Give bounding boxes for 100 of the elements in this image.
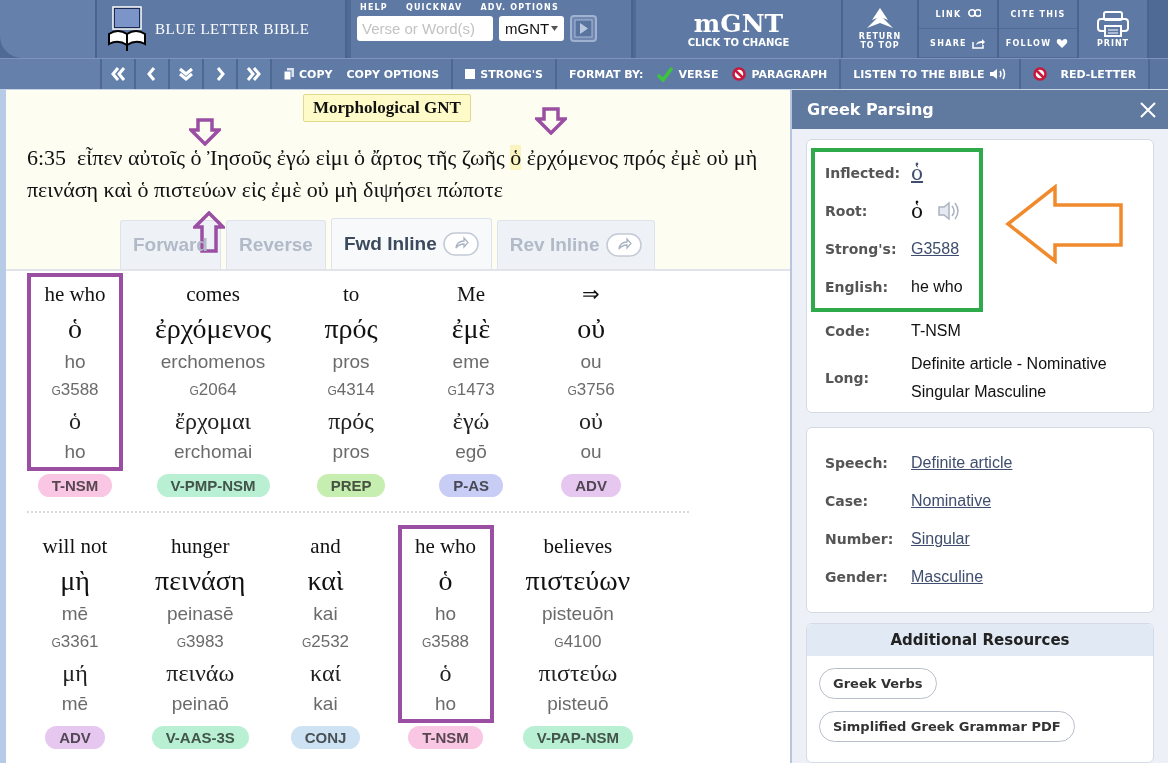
- greek-word[interactable]: ἐρχόμενος: [155, 311, 272, 347]
- root-transliteration: ou: [580, 440, 602, 464]
- greek-word[interactable]: οὐ: [577, 311, 605, 347]
- double-down-chevron-icon[interactable]: [178, 66, 194, 82]
- strongs-number[interactable]: G3588: [421, 628, 470, 657]
- root-transliteration: pros: [332, 440, 370, 464]
- greek-word-link[interactable]: ὁ: [911, 161, 924, 185]
- grammar-link[interactable]: Singular: [911, 525, 970, 553]
- root-word: πεινάω: [166, 659, 235, 688]
- transliteration: eme: [452, 350, 490, 374]
- root-word: πρός: [328, 407, 374, 436]
- parsing-tag[interactable]: ADV: [45, 726, 105, 749]
- parsing-tag[interactable]: T-NSM: [408, 726, 483, 749]
- caret-icon: [551, 26, 559, 31]
- tab[interactable]: Fwd Inline: [330, 218, 492, 269]
- root-transliteration: pisteuō: [547, 692, 609, 716]
- strongs-number[interactable]: G1473: [447, 376, 495, 405]
- parsing-tag[interactable]: V-AAS-3S: [151, 726, 249, 749]
- copy-options-button[interactable]: COPY OPTIONS: [346, 67, 440, 81]
- greek-word[interactable]: πρός: [324, 311, 378, 347]
- field-label: English:: [824, 279, 890, 295]
- english-gloss: comes: [186, 281, 240, 308]
- version-select[interactable]: mGNT: [499, 16, 565, 41]
- root-word: ἐγώ: [452, 407, 490, 436]
- chain-icon: [966, 8, 981, 20]
- copy-button[interactable]: COPY: [284, 67, 333, 81]
- parsing-tag[interactable]: ADV: [561, 474, 621, 497]
- version-subtitle: CLICK TO CHANGE: [687, 36, 790, 48]
- print-button[interactable]: PRINT: [1079, 0, 1149, 58]
- root-transliteration: kai: [313, 692, 338, 716]
- greek-word[interactable]: πιστεύων: [525, 563, 631, 599]
- transliteration: ho: [64, 350, 86, 374]
- open-book-logo-icon: [107, 6, 147, 52]
- strongs-number[interactable]: G4100: [554, 628, 602, 657]
- parsing-tag[interactable]: T-NSM: [37, 474, 113, 497]
- strongs-number[interactable]: G2532: [301, 628, 350, 657]
- field-label: Case:: [824, 493, 870, 509]
- left-arrow-icon: [1005, 184, 1125, 264]
- transliteration: pros: [332, 350, 370, 374]
- close-icon[interactable]: [1140, 101, 1156, 118]
- root-word: οὐ: [579, 407, 603, 436]
- greek-word[interactable]: ὁ: [438, 563, 453, 599]
- english-gloss: hunger: [171, 533, 230, 560]
- transliteration: mē: [61, 602, 89, 626]
- return-to-top-button[interactable]: RETURN TO TOP: [843, 0, 919, 58]
- grammar-link[interactable]: Nominative: [911, 487, 992, 515]
- greek-word[interactable]: ἐμὲ: [451, 311, 491, 347]
- greek-word[interactable]: καὶ: [307, 563, 344, 599]
- strongs-number[interactable]: G3756: [567, 376, 615, 405]
- panel-title: Greek Parsing: [807, 100, 934, 119]
- parsing-tag[interactable]: CONJ: [290, 726, 361, 749]
- root-word: ὁ: [69, 407, 81, 436]
- root-word: πιστεύω: [538, 659, 618, 688]
- strongs-link[interactable]: G3588: [911, 235, 960, 263]
- strongs-number[interactable]: G3361: [51, 628, 99, 657]
- quicknav-link[interactable]: HELP: [360, 3, 388, 12]
- grammar-link[interactable]: Definite article: [911, 449, 1013, 477]
- resources-header: Additional Resources: [807, 624, 1153, 656]
- search-field[interactable]: Verse or Word(s): [357, 16, 493, 41]
- strongs-number[interactable]: G3983: [176, 628, 224, 657]
- parsing-tag[interactable]: V-PAP-NSM: [522, 726, 633, 749]
- share-icon[interactable]: [605, 233, 642, 257]
- version-title: mGNT: [693, 10, 784, 37]
- root-transliteration: mē: [61, 692, 89, 716]
- grammar-link[interactable]: Masculine: [911, 563, 984, 591]
- header-link[interactable]: CITE THIS: [999, 0, 1077, 29]
- quicknav-link[interactable]: QUICKNAV: [405, 3, 463, 12]
- root-word: καί: [310, 659, 341, 688]
- highlighted-word[interactable]: ὁ: [510, 145, 522, 170]
- greek-word[interactable]: μὴ: [60, 563, 90, 599]
- strongs-number[interactable]: G2064: [189, 376, 237, 405]
- double-left-chevron-icon[interactable]: [110, 66, 126, 82]
- root-transliteration: ho: [64, 440, 86, 464]
- header-link[interactable]: LINK: [919, 0, 997, 29]
- checkbox[interactable]: [465, 69, 476, 79]
- root-word: ἔρχομαι: [175, 407, 252, 436]
- field-label: Root:: [824, 203, 869, 219]
- english-gloss: will not: [42, 533, 108, 560]
- strongs-number[interactable]: G4314: [327, 376, 375, 405]
- format-option[interactable]: PARAGRAPH: [732, 67, 828, 81]
- parsing-tag[interactable]: PREP: [316, 474, 386, 497]
- strongs-number[interactable]: G3588: [51, 376, 99, 405]
- speaker-icon: [989, 68, 1008, 80]
- double-right-chevron-icon[interactable]: [246, 66, 262, 82]
- field-label: Gender:: [824, 569, 889, 585]
- root-transliteration: egō: [455, 440, 487, 464]
- printer-icon: [1096, 10, 1130, 37]
- version-banner[interactable]: mGNT CLICK TO CHANGE: [636, 0, 843, 58]
- format-option[interactable]: VERSE: [657, 66, 719, 82]
- english-gloss: to: [342, 281, 360, 308]
- parsing-tag[interactable]: P-AS: [439, 474, 503, 497]
- root-transliteration: erchomai: [173, 440, 253, 464]
- field-label: Strong's:: [824, 241, 898, 257]
- greek-word[interactable]: πεινάση: [155, 563, 246, 599]
- share-icon[interactable]: [442, 232, 479, 256]
- root-word: μή: [62, 659, 88, 688]
- go-button-icon[interactable]: [570, 15, 598, 42]
- greek-word[interactable]: ὁ: [68, 311, 82, 347]
- quicknav-link[interactable]: ADV. OPTIONS: [480, 3, 559, 12]
- parsing-tag[interactable]: V-PMP-NSM: [156, 474, 270, 497]
